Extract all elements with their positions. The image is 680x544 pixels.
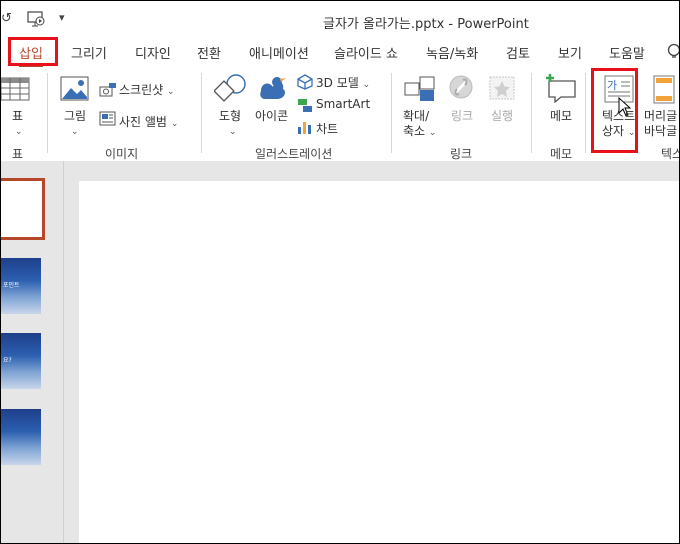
ribbon: 표 ⌄ 표 그림 ⌄ 스크린샷 ⌄ 사진 앨범 ⌄ 이미지 도형 ⌄ 아이콘 3… — [1, 67, 679, 162]
group-label-links: 링크 — [450, 147, 473, 161]
window-title: 글자가 올라가는.pptx - PowerPoint — [323, 17, 529, 32]
comment-button[interactable]: 메모 — [550, 109, 572, 124]
ribbon-tabs: 삽입 그리기 디자인 전환 애니메이션 슬라이드 쇼 녹음/녹화 검토 보기 도… — [1, 39, 679, 67]
tab-animations[interactable]: 애니메이션 — [249, 43, 309, 62]
group-divider — [531, 73, 532, 153]
chevron-down-icon: ⌄ — [428, 128, 437, 138]
zoom-label-line2: 축소 — [403, 124, 426, 138]
slide-thumbnail-3[interactable]: 요? — [1, 333, 41, 389]
chart-button[interactable]: 차트 — [316, 120, 338, 137]
group-divider — [585, 73, 586, 153]
slide-thumbnail-pane: 포인트 요? — [1, 161, 63, 543]
link-button[interactable]: 링크 — [451, 109, 473, 124]
tab-review[interactable]: 검토 — [506, 43, 530, 62]
zoom-button[interactable]: 확대/ 축소 ⌄ — [403, 109, 436, 141]
screenshot-icon — [99, 82, 117, 101]
tab-transitions[interactable]: 전환 — [197, 43, 221, 62]
header-footer-label-line1: 머리글 — [644, 109, 678, 123]
new-comment-icon[interactable] — [545, 73, 577, 107]
tab-design[interactable]: 디자인 — [135, 43, 171, 62]
slide-thumbnail-2[interactable]: 포인트 — [1, 258, 41, 314]
3d-models-button[interactable]: 3D 모델 ⌄ — [316, 74, 370, 91]
chevron-down-icon: ⌄ — [167, 87, 175, 97]
pane-divider[interactable] — [63, 161, 64, 543]
group-label-text: 텍스 — [661, 147, 679, 161]
group-label-comments: 메모 — [550, 147, 573, 161]
slide-thumbnail-text: 포인트 — [3, 282, 20, 289]
tab-record[interactable]: 녹음/녹화 — [426, 43, 478, 62]
slide-canvas[interactable] — [79, 181, 679, 543]
chart-icon — [297, 119, 313, 139]
screenshot-button[interactable]: 스크린샷 ⌄ — [119, 81, 175, 98]
chevron-down-icon[interactable]: ⌄ — [71, 125, 79, 140]
shapes-icon[interactable] — [213, 73, 248, 109]
icons-icon[interactable] — [257, 73, 289, 109]
slide-thumbnail-4[interactable] — [1, 409, 41, 465]
slideshow-start-icon[interactable] — [27, 11, 45, 31]
picture-icon[interactable] — [60, 75, 90, 107]
slide-thumbnail-1[interactable] — [1, 178, 45, 240]
shapes-button[interactable]: 도형 — [219, 109, 241, 124]
photo-album-icon — [99, 111, 117, 131]
powerpoint-window: ↺ ▾ 글자가 올라가는.pptx - PowerPoint 삽입 그리기 디자… — [0, 0, 680, 544]
action-button[interactable]: 실행 — [491, 109, 513, 124]
chevron-down-icon[interactable]: ⌄ — [15, 125, 23, 140]
slide-thumbnail-text: 요? — [3, 357, 12, 364]
tab-draw[interactable]: 그리기 — [71, 43, 107, 62]
table-icon[interactable] — [1, 77, 31, 107]
chevron-down-icon: ⌄ — [170, 119, 179, 129]
tab-view[interactable]: 보기 — [558, 43, 582, 62]
tab-slideshow[interactable]: 슬라이드 쇼 — [334, 43, 398, 62]
lightbulb-icon[interactable] — [667, 43, 679, 65]
group-divider — [47, 73, 48, 153]
header-footer-button[interactable]: 머리글 바닥글 — [644, 109, 677, 139]
link-icon[interactable] — [447, 75, 475, 107]
header-footer-label-line2: 바닥글 — [644, 124, 678, 138]
chevron-down-icon[interactable]: ⌄ — [229, 125, 237, 140]
zoom-icon[interactable] — [404, 75, 436, 107]
picture-button[interactable]: 그림 — [64, 109, 86, 124]
header-footer-icon[interactable] — [653, 75, 677, 109]
title-bar: ↺ ▾ 글자가 올라가는.pptx - PowerPoint — [1, 1, 679, 39]
icons-button[interactable]: 아이콘 — [255, 109, 288, 124]
photo-album-label: 사진 앨범 — [119, 115, 167, 129]
photo-album-button[interactable]: 사진 앨범 ⌄ — [119, 113, 178, 130]
group-label-illustrations: 일러스트레이션 — [255, 147, 333, 161]
cube-3d-icon — [297, 74, 313, 94]
action-icon[interactable] — [488, 75, 516, 107]
table-button[interactable]: 표 — [12, 109, 23, 124]
highlight-insert-tab — [8, 37, 58, 66]
customize-quick-access-icon[interactable]: ▾ — [59, 11, 65, 24]
group-divider — [201, 73, 202, 153]
chevron-down-icon: ⌄ — [362, 80, 371, 90]
editor-area: 포인트 요? — [1, 161, 679, 543]
redo-icon[interactable]: ↺ — [1, 11, 12, 26]
smartart-button[interactable]: SmartArt — [316, 97, 370, 111]
group-label-table: 표 — [12, 147, 24, 161]
group-label-images: 이미지 — [105, 147, 139, 161]
smartart-icon — [297, 97, 313, 117]
zoom-label-line1: 확대/ — [403, 109, 430, 123]
3d-models-label: 3D 모델 — [316, 76, 359, 90]
screenshot-label: 스크린샷 — [119, 83, 164, 97]
tab-help[interactable]: 도움말 — [609, 43, 645, 62]
group-divider — [391, 73, 392, 153]
highlight-textbox-button — [591, 68, 638, 153]
